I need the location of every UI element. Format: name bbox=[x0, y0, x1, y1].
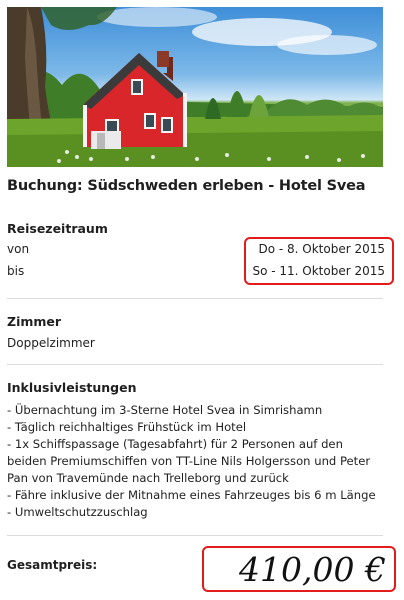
inclusion-item: - 1x Schiffspassage (Tagesabfahrt) für 2… bbox=[7, 437, 343, 451]
inclusions-heading: Inklusivleistungen bbox=[7, 380, 137, 395]
inclusion-item: - Umweltschutzzuschlag bbox=[7, 505, 148, 519]
travel-period-heading: Reisezeitraum bbox=[7, 221, 108, 236]
to-label: bis bbox=[7, 264, 25, 278]
inclusion-item: - Übernachtung im 3-Sterne Hotel Svea in… bbox=[7, 403, 323, 417]
room-value: Doppelzimmer bbox=[7, 336, 95, 350]
total-price-value: 410,00 € bbox=[239, 550, 386, 589]
divider bbox=[7, 364, 383, 365]
inclusion-item: Pan von Travemünde nach Trelleborg und z… bbox=[7, 471, 289, 485]
total-price-label: Gesamtpreis: bbox=[7, 558, 98, 572]
room-heading: Zimmer bbox=[7, 314, 62, 329]
inclusion-item: - Fähre inklusive der Mitnahme eines Fah… bbox=[7, 488, 376, 502]
inclusion-item: beiden Premiumschiffen von TT-Line Nils … bbox=[7, 454, 371, 468]
divider bbox=[7, 535, 383, 536]
divider bbox=[7, 298, 383, 299]
from-label: von bbox=[7, 242, 30, 256]
booking-title: Buchung: Südschweden erleben - Hotel Sve… bbox=[7, 178, 366, 194]
hero-image-red-swedish-house bbox=[7, 7, 383, 167]
date-highlight-box bbox=[244, 237, 394, 285]
inclusion-item: - Täglich reichhaltiges Frühstück im Hot… bbox=[7, 420, 247, 434]
inclusions-list: - Übernachtung im 3-Sterne Hotel Svea in… bbox=[7, 402, 383, 521]
